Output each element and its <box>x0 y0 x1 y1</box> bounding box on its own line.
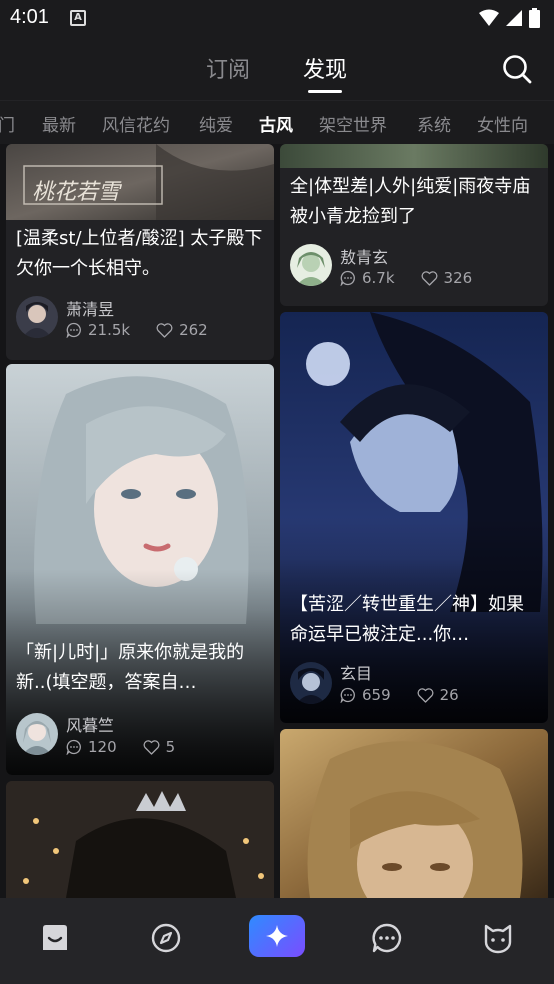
avatar <box>290 244 332 286</box>
card-stats: 659 26 <box>340 686 459 704</box>
active-tab-indicator <box>308 90 342 93</box>
heart-icon[interactable] <box>156 322 173 338</box>
tab-discover[interactable]: 发现 <box>303 52 347 84</box>
category-item[interactable]: 门 <box>0 111 15 136</box>
category-item-active[interactable]: 古风 <box>259 111 293 136</box>
story-card[interactable]: 「新|儿时|」原来你就是我的新..(填空题，答案自… 风暮竺 120 5 <box>6 364 274 775</box>
heart-icon[interactable] <box>143 739 160 755</box>
cat-icon <box>484 924 512 954</box>
comment-icon <box>66 739 81 755</box>
comment-count: 6.7k <box>362 269 395 287</box>
notification-icon: A <box>70 10 86 26</box>
chat-icon <box>372 923 402 953</box>
card-cover-image <box>6 364 274 775</box>
battery-icon <box>529 8 540 28</box>
tab-subscribe[interactable]: 订阅 <box>206 52 250 84</box>
comment-icon <box>340 270 355 286</box>
story-card[interactable]: 桃花若雪 [温柔st/上位者/酸涩] 太子殿下欠你一个长相守。 萧清昱 21.5… <box>6 144 274 360</box>
comment-count: 21.5k <box>88 321 131 339</box>
card-stats: 21.5k 262 <box>66 321 208 339</box>
nav-create-button[interactable] <box>249 915 305 957</box>
category-item[interactable]: 纯爱 <box>199 111 233 136</box>
card-author: 敖青玄 <box>340 248 389 267</box>
card-cover-calligraphy: 桃花若雪 <box>32 180 121 205</box>
bottom-navigation <box>0 898 554 984</box>
nav-messages[interactable] <box>359 916 415 960</box>
card-cover-image <box>6 781 274 898</box>
wifi-icon <box>479 9 499 26</box>
category-item[interactable]: 女性向 <box>477 111 528 136</box>
top-tabs: 订阅 发现 <box>0 36 554 100</box>
avatar <box>290 662 332 704</box>
like-count: 326 <box>443 269 473 287</box>
status-time: 4:01 <box>10 6 49 28</box>
category-item[interactable]: 架空世界 <box>319 111 387 136</box>
card-title: 「新|儿时|」原来你就是我的新..(填空题，答案自… <box>16 642 245 693</box>
category-bar: 门 最新 风信花约 纯爱 古风 架空世界 系统 女性向 <box>0 100 554 144</box>
like-count: 26 <box>439 686 459 704</box>
status-bar: 4:01 A <box>0 0 554 36</box>
comment-count: 659 <box>362 686 391 704</box>
comment-icon <box>66 322 81 338</box>
heart-icon[interactable] <box>421 270 438 286</box>
home-icon <box>43 925 67 950</box>
search-icon[interactable] <box>502 54 532 84</box>
card-cover-image <box>280 312 548 723</box>
nav-home[interactable] <box>27 916 83 960</box>
card-author: 萧清昱 <box>66 300 115 319</box>
card-stats: 120 5 <box>66 738 175 756</box>
card-author: 风暮竺 <box>66 716 115 735</box>
avatar <box>16 713 58 755</box>
category-item[interactable]: 风信花约 <box>102 111 170 136</box>
card-cover-image <box>280 729 548 898</box>
like-count: 5 <box>165 738 176 756</box>
card-title: 全|体型差|人外|纯爱|雨夜寺庙被小青龙捡到了 <box>290 176 531 227</box>
story-card[interactable]: 全|体型差|人外|纯爱|雨夜寺庙被小青龙捡到了 敖青玄 6.7k 326 <box>280 144 548 306</box>
card-cover-image <box>280 144 548 168</box>
category-item[interactable]: 系统 <box>417 111 451 136</box>
card-stats: 6.7k 326 <box>340 269 472 287</box>
card-title: 【苦涩／转世重生／神】如果命运早已被注定...你… <box>290 594 524 645</box>
signal-icon <box>506 10 522 26</box>
card-title: [温柔st/上位者/酸涩] 太子殿下欠你一个长相守。 <box>16 228 263 279</box>
story-card[interactable] <box>280 729 548 898</box>
comment-icon <box>340 687 355 703</box>
compass-icon <box>151 923 181 953</box>
card-author: 玄目 <box>340 664 373 683</box>
like-count: 262 <box>179 321 208 339</box>
story-card[interactable]: 【苦涩／转世重生／神】如果命运早已被注定...你… 玄目 659 26 <box>280 312 548 723</box>
category-item[interactable]: 最新 <box>42 111 76 136</box>
nav-profile[interactable] <box>470 916 526 960</box>
sparkle-icon <box>266 925 288 947</box>
story-card[interactable] <box>6 781 274 898</box>
comment-count: 120 <box>88 738 117 756</box>
heart-icon[interactable] <box>417 687 434 703</box>
status-icons <box>479 8 540 28</box>
nav-explore[interactable] <box>138 916 194 960</box>
avatar <box>16 296 58 338</box>
